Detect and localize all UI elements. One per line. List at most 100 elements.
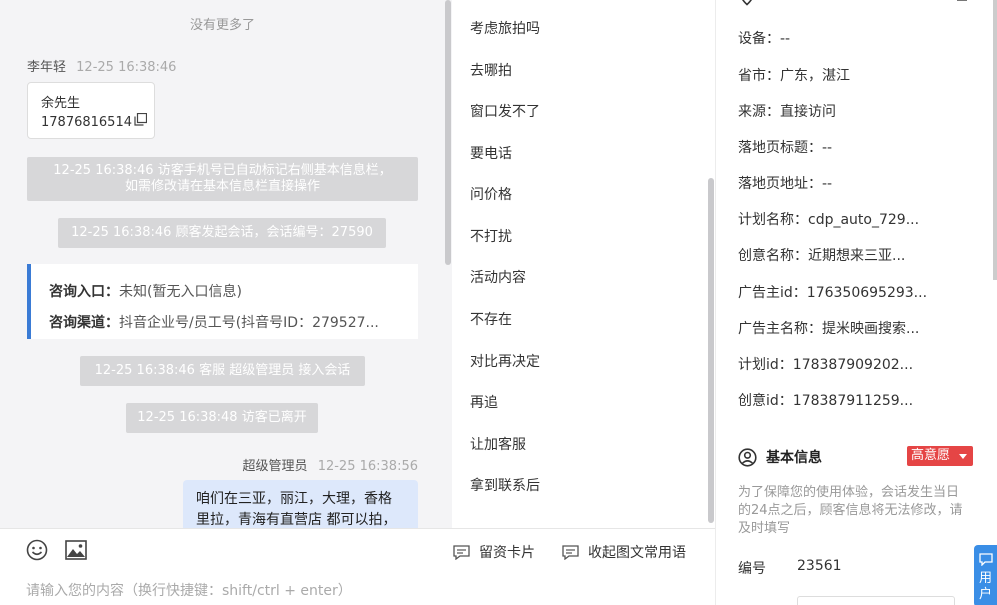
user-float-label: 用户 (978, 571, 992, 602)
info-value: -- (780, 31, 791, 47)
consult-entry-value: 未知(暂无入口信息) (119, 284, 242, 300)
phrase-item[interactable]: 问价格 (470, 184, 512, 204)
info-row-landing-title: 落地页标题：-- (738, 137, 832, 157)
phrase-item[interactable]: 考虑旅拍吗 (470, 18, 540, 38)
phrase-item[interactable]: 要电话 (470, 143, 512, 163)
agent-name: 超级管理员 (242, 459, 308, 474)
info-row-landing-url: 落地页地址：-- (738, 173, 832, 193)
next-field-input[interactable] (797, 596, 955, 605)
info-row-source: 来源：直接访问 (738, 101, 836, 121)
contact-card-phone: 17876816514 (41, 115, 132, 130)
basic-info-title: 基本信息 (766, 450, 822, 466)
info-row-advertiser-name: 广告主名称：提米映画搜索... (738, 318, 919, 338)
info-value: 178387909202... (792, 357, 914, 373)
info-label: 省市： (738, 68, 780, 84)
phrase-item[interactable]: 不存在 (470, 309, 512, 329)
location-icon (742, 0, 752, 6)
info-row-plan-id: 计划id：178387909202... (738, 354, 913, 374)
phrase-item[interactable]: 去哪拍 (470, 60, 512, 80)
chat-scrollbar[interactable] (445, 0, 451, 265)
system-message-line: 如需修改请在基本信息栏直接操作 (124, 179, 320, 194)
info-value: -- (822, 176, 833, 192)
collapse-phrases-label: 收起图文常用语 (588, 545, 686, 561)
message-input[interactable] (26, 580, 686, 602)
info-label: 创意名称： (738, 248, 808, 264)
caret-down-icon (959, 454, 967, 459)
info-value: -- (822, 140, 833, 156)
bubble-text-line: 咱们在三亚，丽江，大理，香格 (196, 491, 392, 507)
visitor-message-time: 12-25 16:38:46 (76, 60, 177, 75)
card-icon (453, 544, 470, 560)
system-message-agent-joined: 12-25 16:38:46 客服 超级管理员 接入会话 (80, 356, 365, 386)
consult-channel-value: 抖音企业号/员工号(抖音号ID：279527... (119, 315, 379, 331)
user-circle-icon (738, 447, 757, 467)
info-label: 计划名称： (738, 212, 808, 228)
agent-message-header: 超级管理员 12-25 16:38:56 (243, 455, 418, 474)
system-message-visitor-left: 12-25 16:38:48 访客已离开 (126, 403, 318, 433)
info-value: 近期想来三亚... (808, 248, 906, 264)
contact-card: 余先生 17876816514 (27, 82, 155, 139)
info-value: 176350695293... (806, 285, 928, 301)
prev-section-header (738, 0, 765, 6)
intent-level-label: 高意愿 (911, 448, 951, 463)
info-label: 创意id： (738, 393, 793, 409)
chat-panel: 没有更多了 李年轻 12-25 16:38:46 余先生 17876816514… (0, 0, 452, 528)
visitor-message-header: 李年轻 12-25 16:38:46 (27, 56, 176, 75)
consult-channel-label: 咨询渠道： (49, 315, 119, 331)
info-row-device: 设备：-- (738, 28, 790, 48)
intent-level-select[interactable]: 高意愿 (907, 446, 973, 466)
leave-card-label: 留资卡片 (479, 545, 535, 561)
info-row-advertiser-id: 广告主id：176350695293... (738, 282, 927, 302)
consult-entry-row: 咨询入口：未知(暂无入口信息) (49, 277, 418, 308)
phrase-item[interactable]: 让加客服 (470, 434, 526, 454)
chat-icon (562, 544, 579, 560)
info-scrollbar[interactable] (993, 0, 997, 280)
consult-channel-row: 咨询渠道：抖音企业号/员工号(抖音号ID：279527... (49, 308, 418, 339)
system-message-session-start: 12-25 16:38:46 顾客发起会话，会话编号：27590 (58, 218, 386, 248)
info-label: 落地页地址： (738, 176, 822, 192)
info-row-creative-id: 创意id：178387911259... (738, 390, 913, 410)
user-float-button[interactable]: 用户 (974, 545, 997, 605)
info-row-creative-name: 创意名称：近期想来三亚... (738, 245, 905, 265)
info-value: 178387911259... (792, 393, 914, 409)
image-icon[interactable] (65, 540, 87, 564)
quick-phrases-panel: 考虑旅拍吗 去哪拍 窗口发不了 要电话 问价格 不打扰 活动内容 不存在 对比再… (452, 0, 715, 528)
info-label: 来源： (738, 104, 780, 120)
info-label: 广告主id： (738, 285, 807, 301)
info-label: 设备： (738, 31, 780, 47)
info-row-plan-name: 计划名称：cdp_auto_729... (738, 209, 919, 229)
contact-card-phone-row: 17876816514 (41, 112, 154, 132)
info-value: 提米映画搜索... (822, 321, 920, 337)
bubble-text-line: 里拉，青海有直营店 都可以拍， (196, 512, 397, 528)
edit-notice: 为了保障您的使用体验，会话发生当日的24点之后，顾客信息将无法修改，请及时填写 (738, 485, 963, 536)
copy-icon[interactable] (134, 112, 148, 132)
system-message-auto-mark: 12-25 16:38:46 访客手机号已自动标记右侧基本信息栏， 如需修改请在… (27, 157, 418, 201)
agent-message-bubble: 咱们在三亚，丽江，大理，香格 里拉，青海有直营店 都可以拍， (183, 480, 418, 528)
contact-card-name: 余先生 (41, 96, 81, 111)
leave-card-button[interactable]: 留资卡片 (453, 542, 535, 562)
agent-message-time: 12-25 16:38:56 (317, 459, 418, 474)
info-label: 广告主名称： (738, 321, 822, 337)
id-value: 23561 (797, 558, 842, 574)
consult-source-box: 咨询入口：未知(暂无入口信息) 咨询渠道：抖音企业号/员工号(抖音号ID：279… (27, 264, 418, 339)
consult-entry-label: 咨询入口： (49, 284, 119, 300)
info-row-province: 省市：广东，湛江 (738, 65, 850, 85)
collapse-icon[interactable] (956, 0, 968, 8)
info-value: 广东，湛江 (780, 68, 850, 84)
phrase-item[interactable]: 活动内容 (470, 267, 526, 287)
phrase-item[interactable]: 拿到联系后 (470, 475, 540, 495)
phrase-item[interactable]: 窗口发不了 (470, 101, 540, 121)
phrase-item[interactable]: 再追 (470, 392, 498, 412)
info-label: 计划id： (738, 357, 793, 373)
emoji-icon[interactable] (26, 539, 48, 565)
collapse-phrases-button[interactable]: 收起图文常用语 (562, 542, 686, 562)
visitor-name: 李年轻 (27, 60, 67, 75)
phrase-item[interactable]: 对比再决定 (470, 351, 540, 371)
basic-info-header: 基本信息 (738, 447, 822, 467)
info-value: 直接访问 (780, 104, 836, 120)
info-value: cdp_auto_729... (808, 212, 920, 228)
phrases-scrollbar[interactable] (708, 178, 714, 523)
phrase-item[interactable]: 不打扰 (470, 226, 512, 246)
system-message-line: 12-25 16:38:46 访客手机号已自动标记右侧基本信息栏， (53, 163, 392, 178)
chat-icon (978, 553, 993, 567)
